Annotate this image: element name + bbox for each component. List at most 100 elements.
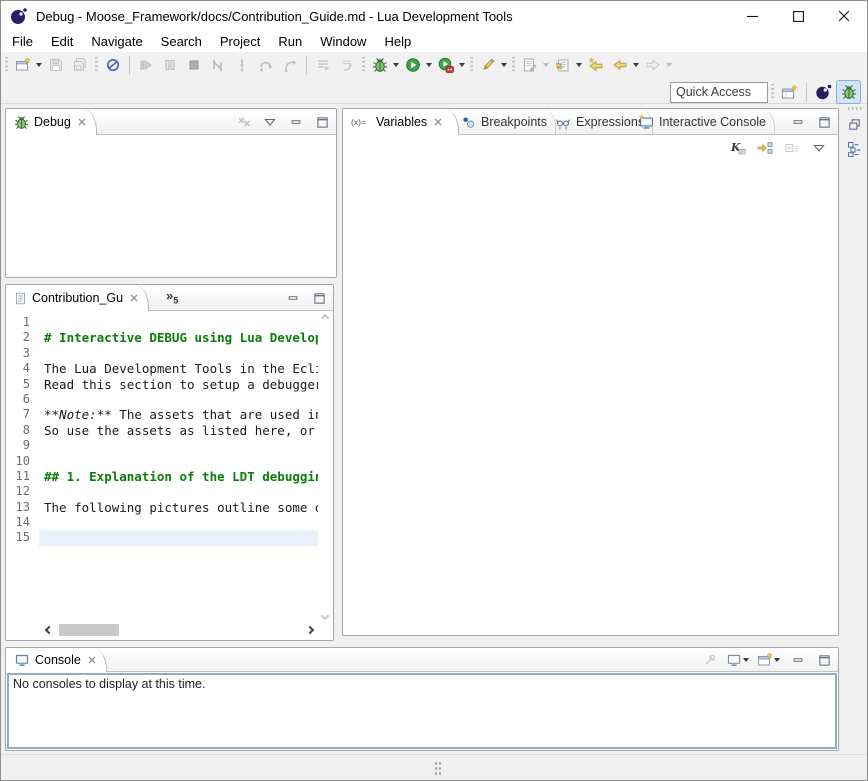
restore-view-icon[interactable] xyxy=(844,114,865,135)
code-text[interactable] xyxy=(39,315,318,330)
display-selected-console-button[interactable] xyxy=(726,653,751,668)
trim-grip[interactable] xyxy=(848,107,862,110)
toolbar-grip[interactable] xyxy=(5,57,8,74)
editor-line[interactable]: 3 xyxy=(7,346,318,361)
show-type-names-icon[interactable]: K xyxy=(728,138,748,158)
disconnect-button[interactable] xyxy=(206,53,230,77)
editor-line[interactable]: 1 xyxy=(7,315,318,330)
open-console-dropdown-icon[interactable] xyxy=(774,658,780,662)
close-tab-icon[interactable] xyxy=(86,654,98,666)
editor-line[interactable]: 4The Lua Development Tools in the Eclip xyxy=(7,361,318,376)
maximize-view-icon[interactable] xyxy=(309,288,329,308)
editor-line[interactable]: 13The following pictures outline some o xyxy=(7,500,318,515)
editor-line[interactable]: 14 xyxy=(7,515,318,530)
debug-button[interactable] xyxy=(368,53,401,77)
code-text[interactable] xyxy=(39,515,318,530)
step-return-button[interactable] xyxy=(278,53,302,77)
back-button[interactable] xyxy=(608,53,641,77)
close-tab-icon[interactable] xyxy=(128,292,140,304)
variables-content[interactable] xyxy=(344,160,837,634)
menu-search[interactable]: Search xyxy=(152,32,211,51)
quick-access-input[interactable] xyxy=(670,82,768,103)
line-number[interactable]: 5 xyxy=(7,377,39,392)
menu-file[interactable]: File xyxy=(3,32,42,51)
maximize-view-icon[interactable] xyxy=(312,112,332,132)
step-over-button[interactable] xyxy=(254,53,278,77)
new-document-dropdown-icon[interactable] xyxy=(543,63,549,67)
run-dropdown-icon[interactable] xyxy=(426,63,432,67)
toolbar-grip[interactable] xyxy=(771,84,774,101)
editor-line[interactable]: 8So use the assets as listed here, or p xyxy=(7,423,318,438)
line-number[interactable]: 4 xyxy=(7,361,39,376)
forward-dropdown-icon[interactable] xyxy=(666,63,672,67)
code-text[interactable]: # Interactive DEBUG using Lua Developm xyxy=(39,330,318,345)
tab-console[interactable]: Console xyxy=(6,648,107,672)
menu-run[interactable]: Run xyxy=(269,32,311,51)
new-wizard-button[interactable] xyxy=(11,53,44,77)
coverage-button[interactable] xyxy=(434,53,467,77)
code-text[interactable] xyxy=(39,392,318,407)
line-number[interactable]: 10 xyxy=(7,454,39,469)
close-window-icon[interactable] xyxy=(821,1,867,31)
editor-line[interactable]: 10 xyxy=(7,454,318,469)
menu-edit[interactable]: Edit xyxy=(42,32,82,51)
editor-horizontal-scrollbar[interactable] xyxy=(43,622,317,638)
code-text[interactable]: The following pictures outline some o xyxy=(39,500,318,515)
show-logical-structures-icon[interactable] xyxy=(755,138,775,158)
menu-window[interactable]: Window xyxy=(311,32,375,51)
minimize-window-icon[interactable] xyxy=(729,1,775,31)
debug-view-content[interactable] xyxy=(7,136,335,276)
line-number[interactable]: 15 xyxy=(7,530,39,545)
maximize-view-icon[interactable] xyxy=(814,650,834,670)
scroll-right-icon[interactable] xyxy=(306,626,314,634)
console-output[interactable]: No consoles to display at this time. xyxy=(7,673,837,749)
lua-perspective-button[interactable] xyxy=(811,80,836,104)
skip-all-breakpoints-button[interactable] xyxy=(101,53,125,77)
tab-debug[interactable]: Debug xyxy=(6,109,97,135)
collapse-all-icon[interactable] xyxy=(782,138,802,158)
code-text[interactable] xyxy=(39,346,318,361)
drop-to-frame-button[interactable] xyxy=(335,53,359,77)
new-wizard-dropdown-icon[interactable] xyxy=(36,63,42,67)
editor-line[interactable]: 15 xyxy=(7,530,318,545)
open-task-dropdown-icon[interactable] xyxy=(576,63,582,67)
close-tab-icon[interactable] xyxy=(76,116,88,128)
editor-line[interactable]: 12 xyxy=(7,484,318,499)
menu-help[interactable]: Help xyxy=(375,32,420,51)
editor-line[interactable]: 11## 1. Explanation of the LDT debugging xyxy=(7,469,318,484)
close-tab-icon[interactable] xyxy=(432,116,444,128)
console-select-dropdown-icon[interactable] xyxy=(743,658,749,662)
view-menu-icon[interactable] xyxy=(260,112,280,132)
forward-button[interactable] xyxy=(641,53,674,77)
line-number[interactable]: 3 xyxy=(7,346,39,361)
editor-text-area[interactable]: 12# Interactive DEBUG using Lua Developm… xyxy=(7,312,318,622)
menu-navigate[interactable]: Navigate xyxy=(82,32,151,51)
scroll-left-icon[interactable] xyxy=(45,626,53,634)
tab-breakpoints[interactable]: Breakpoints xyxy=(453,109,556,135)
tab-variables[interactable]: (x)= Variables xyxy=(343,109,459,135)
line-number[interactable]: 1 xyxy=(7,315,39,330)
line-number[interactable]: 6 xyxy=(7,392,39,407)
statusbar-grip[interactable] xyxy=(434,761,441,775)
code-text[interactable]: **Note:** The assets that are used in xyxy=(39,407,318,422)
back-dropdown-icon[interactable] xyxy=(633,63,639,67)
line-number[interactable]: 12 xyxy=(7,484,39,499)
scroll-down-icon[interactable] xyxy=(321,612,329,620)
line-number[interactable]: 14 xyxy=(7,515,39,530)
line-number[interactable]: 2 xyxy=(7,330,39,345)
editor-line[interactable]: 7**Note:** The assets that are used in xyxy=(7,407,318,422)
new-document-button[interactable] xyxy=(518,53,551,77)
editor-line[interactable]: 9 xyxy=(7,438,318,453)
maximize-view-icon[interactable] xyxy=(814,112,834,132)
code-text[interactable] xyxy=(39,438,318,453)
line-number[interactable]: 11 xyxy=(7,469,39,484)
line-number[interactable]: 8 xyxy=(7,423,39,438)
terminate-button[interactable] xyxy=(182,53,206,77)
debug-perspective-button[interactable] xyxy=(836,80,861,104)
suspend-button[interactable] xyxy=(158,53,182,77)
code-text[interactable] xyxy=(39,530,318,545)
save-button[interactable] xyxy=(44,53,68,77)
remove-all-terminated-icon[interactable] xyxy=(234,112,254,132)
code-text[interactable]: So use the assets as listed here, or p xyxy=(39,423,318,438)
save-all-button[interactable] xyxy=(68,53,92,77)
